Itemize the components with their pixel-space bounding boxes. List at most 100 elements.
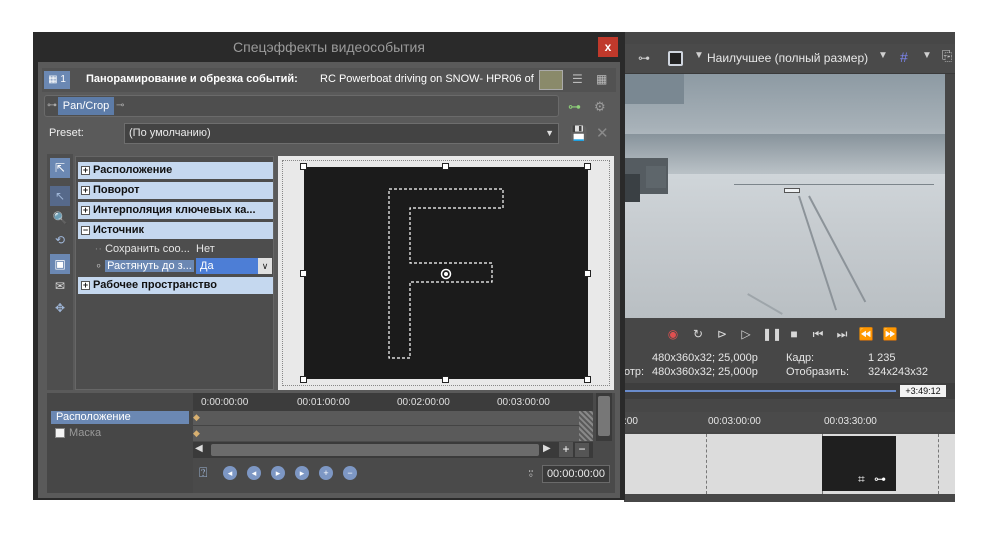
ruler-tick-label: 0:00:00:00	[201, 397, 249, 408]
display-value: 324x243x32	[868, 366, 928, 378]
save-preset-icon[interactable]: 💾	[570, 125, 587, 142]
dropdown-arrow-icon[interactable]: ▼	[694, 50, 704, 61]
timecode-badge: +3:49:12	[900, 385, 946, 397]
stop-icon[interactable]: ■	[786, 326, 802, 342]
quality-select[interactable]: Наилучшее (полный размер)	[707, 51, 868, 65]
category-workspace[interactable]: + Рабочее пространство	[78, 277, 273, 294]
timeline-position-bar[interactable]: +3:49:12	[624, 383, 955, 399]
plugin-title: Панорамирование и обрезка событий:	[86, 73, 298, 85]
bypass-toggle[interactable]	[539, 70, 563, 90]
play-from-start-icon[interactable]: ⊳	[714, 326, 730, 342]
plugin-header: ▦ 1 Панорамирование и обрезка событий: R…	[42, 68, 616, 92]
category-position[interactable]: + Расположение	[78, 162, 273, 179]
property-row-selected[interactable]: ∘ Растянуть до з... Да ∨	[78, 258, 273, 275]
resize-handle-se[interactable]	[584, 376, 591, 383]
scroll-right-icon[interactable]: ▶	[543, 443, 551, 454]
forward-icon[interactable]: ⏩	[882, 326, 898, 342]
record-icon[interactable]: ◉	[665, 326, 681, 342]
overlay-icon[interactable]	[668, 51, 683, 66]
track-position[interactable]: Расположение	[51, 411, 189, 424]
rotate-tool-icon[interactable]: ⟲	[50, 230, 70, 250]
remove-plugin-icon[interactable]: ⚙	[594, 99, 606, 115]
horizontal-scrollbar[interactable]: ◀ ▶ +	[193, 442, 593, 458]
resize-handle-n[interactable]	[442, 163, 449, 170]
close-button[interactable]: x	[598, 37, 618, 57]
expand-icon[interactable]: +	[81, 205, 90, 215]
main-timeline-track[interactable]	[624, 434, 955, 494]
category-source[interactable]: − Источник	[78, 222, 273, 239]
resize-handle-s[interactable]	[442, 376, 449, 383]
main-timeline-ruler[interactable]: :00 00:03:00:00 00:03:30:00	[624, 412, 955, 432]
track-mask[interactable]: Маска	[51, 427, 189, 440]
loop-icon[interactable]: ↻	[690, 326, 706, 342]
pointer-tool-icon[interactable]: ⇱	[50, 158, 70, 178]
fx-icon[interactable]: ⊶	[874, 472, 886, 486]
category-label: Интерполяция ключевых ка...	[93, 204, 256, 216]
resize-handle-w[interactable]	[300, 270, 307, 277]
scroll-left-icon[interactable]: ◀	[195, 443, 203, 454]
plugin-chain-icon[interactable]: ⊶	[568, 99, 581, 115]
resize-handle-ne[interactable]	[584, 163, 591, 170]
ruler-tick-label: 00:01:00:00	[297, 397, 350, 408]
first-keyframe-icon[interactable]: ◂	[223, 466, 237, 480]
preset-label: Preset:	[49, 127, 84, 139]
vertical-scrollbar[interactable]	[596, 393, 612, 441]
grid-icon[interactable]: #	[900, 49, 908, 65]
prev-frame-icon[interactable]: ⏮	[810, 326, 826, 342]
quality-dropdown-icon[interactable]: ▼	[878, 50, 888, 61]
add-keyframe-icon[interactable]: +	[319, 466, 333, 480]
expand-icon[interactable]: +	[81, 165, 90, 175]
grid-view-icon[interactable]: ▦	[596, 72, 607, 86]
resize-handle-e[interactable]	[584, 270, 591, 277]
pause-icon[interactable]: ❚❚	[762, 326, 782, 342]
display-label: Отобразить:	[786, 366, 850, 378]
list-view-icon[interactable]: ☰	[572, 72, 583, 86]
mask-checkbox[interactable]	[55, 428, 65, 438]
collapse-icon[interactable]: −	[81, 225, 90, 235]
split-icon[interactable]: ⊶	[638, 51, 650, 65]
next-keyframe-icon[interactable]: ▸	[271, 466, 285, 480]
preset-value: (По умолчанию)	[129, 127, 211, 139]
keyframe-ruler[interactable]: 0:00:00:00 00:01:00:00 00:02:00:00 00:03…	[193, 393, 593, 411]
crop-icon[interactable]: ⌗	[858, 472, 865, 487]
zoom-tool-icon[interactable]: 🔍	[50, 208, 70, 228]
lock-icon[interactable]: ⍤	[527, 466, 535, 482]
copy-frame-icon[interactable]: ⎘	[942, 48, 952, 64]
delete-preset-icon[interactable]: ✕	[596, 124, 609, 142]
sync-cursor-icon[interactable]: ⍰	[199, 464, 207, 481]
property-row[interactable]: ·· Сохранить соо... Нет	[78, 241, 273, 258]
category-label: Источник	[93, 224, 145, 236]
ruler-tick-label: 00:03:00:00	[497, 397, 550, 408]
rewind-icon[interactable]: ⏪	[858, 326, 874, 342]
dialog-title[interactable]: Спецэффекты видеособытия	[33, 32, 625, 62]
stretch-select[interactable]: Да ∨	[196, 258, 272, 274]
keyframe-marker[interactable]: ◆	[193, 428, 200, 439]
delete-keyframe-icon[interactable]: −	[343, 466, 357, 480]
project-info: 480x360x32; 25,000p Кадр: 1 235 отр: 480…	[624, 350, 955, 382]
video-event-clip[interactable]: ⌗ ⊶	[822, 436, 896, 491]
zoom-in-button[interactable]: +	[559, 442, 573, 457]
zoom-out-button[interactable]: −	[575, 443, 589, 457]
lock-aspect-icon[interactable]: ▣	[50, 254, 70, 274]
category-interpolation[interactable]: + Интерполяция ключевых ка...	[78, 202, 273, 219]
move-icon[interactable]: ✥	[50, 298, 70, 318]
grid-dropdown-icon[interactable]: ▼	[922, 50, 932, 61]
last-keyframe-icon[interactable]: ▸	[295, 466, 309, 480]
arrow-tool-icon[interactable]: ↖	[50, 186, 70, 206]
expand-icon[interactable]: +	[81, 280, 90, 290]
scale-center-icon[interactable]: ✉	[50, 276, 70, 296]
preset-select[interactable]: (По умолчанию) ▼	[124, 123, 559, 144]
category-label: Рабочее пространство	[93, 279, 217, 291]
resize-handle-nw[interactable]	[300, 163, 307, 170]
keyframe-marker[interactable]: ◆	[193, 412, 200, 423]
resize-handle-sw[interactable]	[300, 376, 307, 383]
chevron-down-icon[interactable]: ∨	[258, 258, 272, 274]
category-rotation[interactable]: + Поворот	[78, 182, 273, 199]
prev-keyframe-icon[interactable]: ◂	[247, 466, 261, 480]
property-name: Растянуть до з...	[105, 260, 194, 272]
next-frame-icon[interactable]: ⏭	[834, 326, 850, 342]
play-icon[interactable]: ▷	[738, 326, 754, 342]
expand-icon[interactable]: +	[81, 185, 90, 195]
pan-crop-button[interactable]: Pan/Crop	[58, 97, 114, 115]
keyframe-tracks[interactable]: ◆ ◆	[193, 411, 593, 441]
